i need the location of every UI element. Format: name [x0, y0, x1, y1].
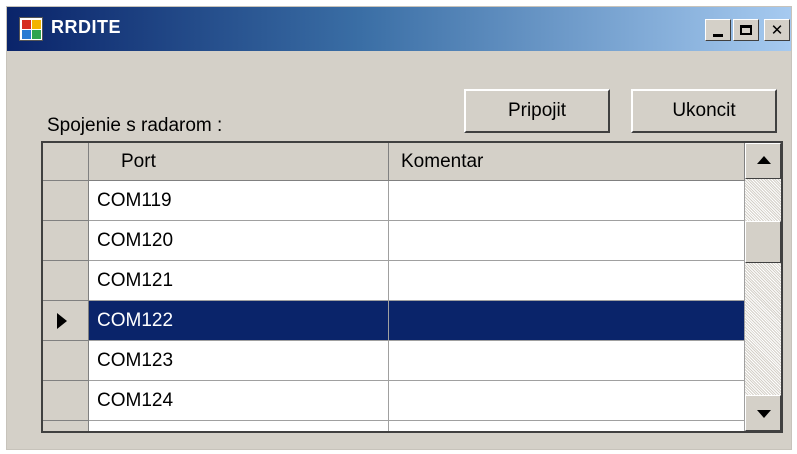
- port-cell[interactable]: [89, 421, 389, 431]
- close-icon: ✕: [770, 21, 784, 39]
- comment-cell[interactable]: [389, 261, 745, 301]
- column-header-comment[interactable]: Komentar: [389, 143, 745, 181]
- row-header[interactable]: [43, 181, 89, 221]
- current-row-arrow-icon: [57, 313, 67, 329]
- maximize-button[interactable]: [733, 19, 759, 41]
- row-header[interactable]: [43, 421, 89, 431]
- disconnect-button[interactable]: Ukoncit: [631, 89, 777, 133]
- port-cell[interactable]: COM119: [89, 181, 389, 221]
- vertical-scrollbar[interactable]: [745, 143, 781, 431]
- port-cell[interactable]: COM121: [89, 261, 389, 301]
- table-row[interactable]: COM120: [43, 221, 745, 261]
- comment-cell[interactable]: [389, 301, 745, 341]
- comment-cell[interactable]: [389, 381, 745, 421]
- scroll-thumb[interactable]: [745, 221, 781, 263]
- table-row[interactable]: [43, 421, 745, 431]
- app-icon: [19, 17, 43, 41]
- port-cell[interactable]: COM123: [89, 341, 389, 381]
- table-row[interactable]: COM119: [43, 181, 745, 221]
- minimize-button[interactable]: [705, 19, 731, 41]
- row-header-corner[interactable]: [43, 143, 89, 181]
- port-cell[interactable]: COM124: [89, 381, 389, 421]
- app-window: RRDITE ✕ Spojenie s radarom : Pripojit U…: [6, 6, 792, 450]
- ports-grid[interactable]: Port Komentar COM119 COM120 COM121 COM12…: [41, 141, 783, 433]
- table-row[interactable]: COM121: [43, 261, 745, 301]
- connection-label: Spojenie s radarom :: [47, 115, 223, 136]
- port-cell[interactable]: COM120: [89, 221, 389, 261]
- row-header[interactable]: [43, 301, 89, 341]
- scroll-down-button[interactable]: [745, 395, 781, 431]
- table-row-selected[interactable]: COM122: [43, 301, 745, 341]
- window-title: RRDITE: [51, 17, 121, 37]
- close-button[interactable]: ✕: [764, 19, 790, 41]
- table-row[interactable]: COM123: [43, 341, 745, 381]
- comment-cell[interactable]: [389, 421, 745, 431]
- minimize-icon: [713, 33, 723, 37]
- comment-cell[interactable]: [389, 341, 745, 381]
- row-header[interactable]: [43, 261, 89, 301]
- arrow-down-icon: [757, 410, 771, 418]
- title-bar[interactable]: RRDITE ✕: [7, 7, 791, 51]
- row-header[interactable]: [43, 221, 89, 261]
- scroll-up-button[interactable]: [745, 143, 781, 179]
- comment-cell[interactable]: [389, 181, 745, 221]
- row-header[interactable]: [43, 381, 89, 421]
- maximize-icon: [740, 25, 752, 35]
- port-cell[interactable]: COM122: [89, 301, 389, 341]
- table-row[interactable]: COM124: [43, 381, 745, 421]
- arrow-up-icon: [757, 156, 771, 164]
- comment-cell[interactable]: [389, 221, 745, 261]
- row-header[interactable]: [43, 341, 89, 381]
- column-header-port[interactable]: Port: [89, 143, 389, 181]
- connect-button[interactable]: Pripojit: [464, 89, 610, 133]
